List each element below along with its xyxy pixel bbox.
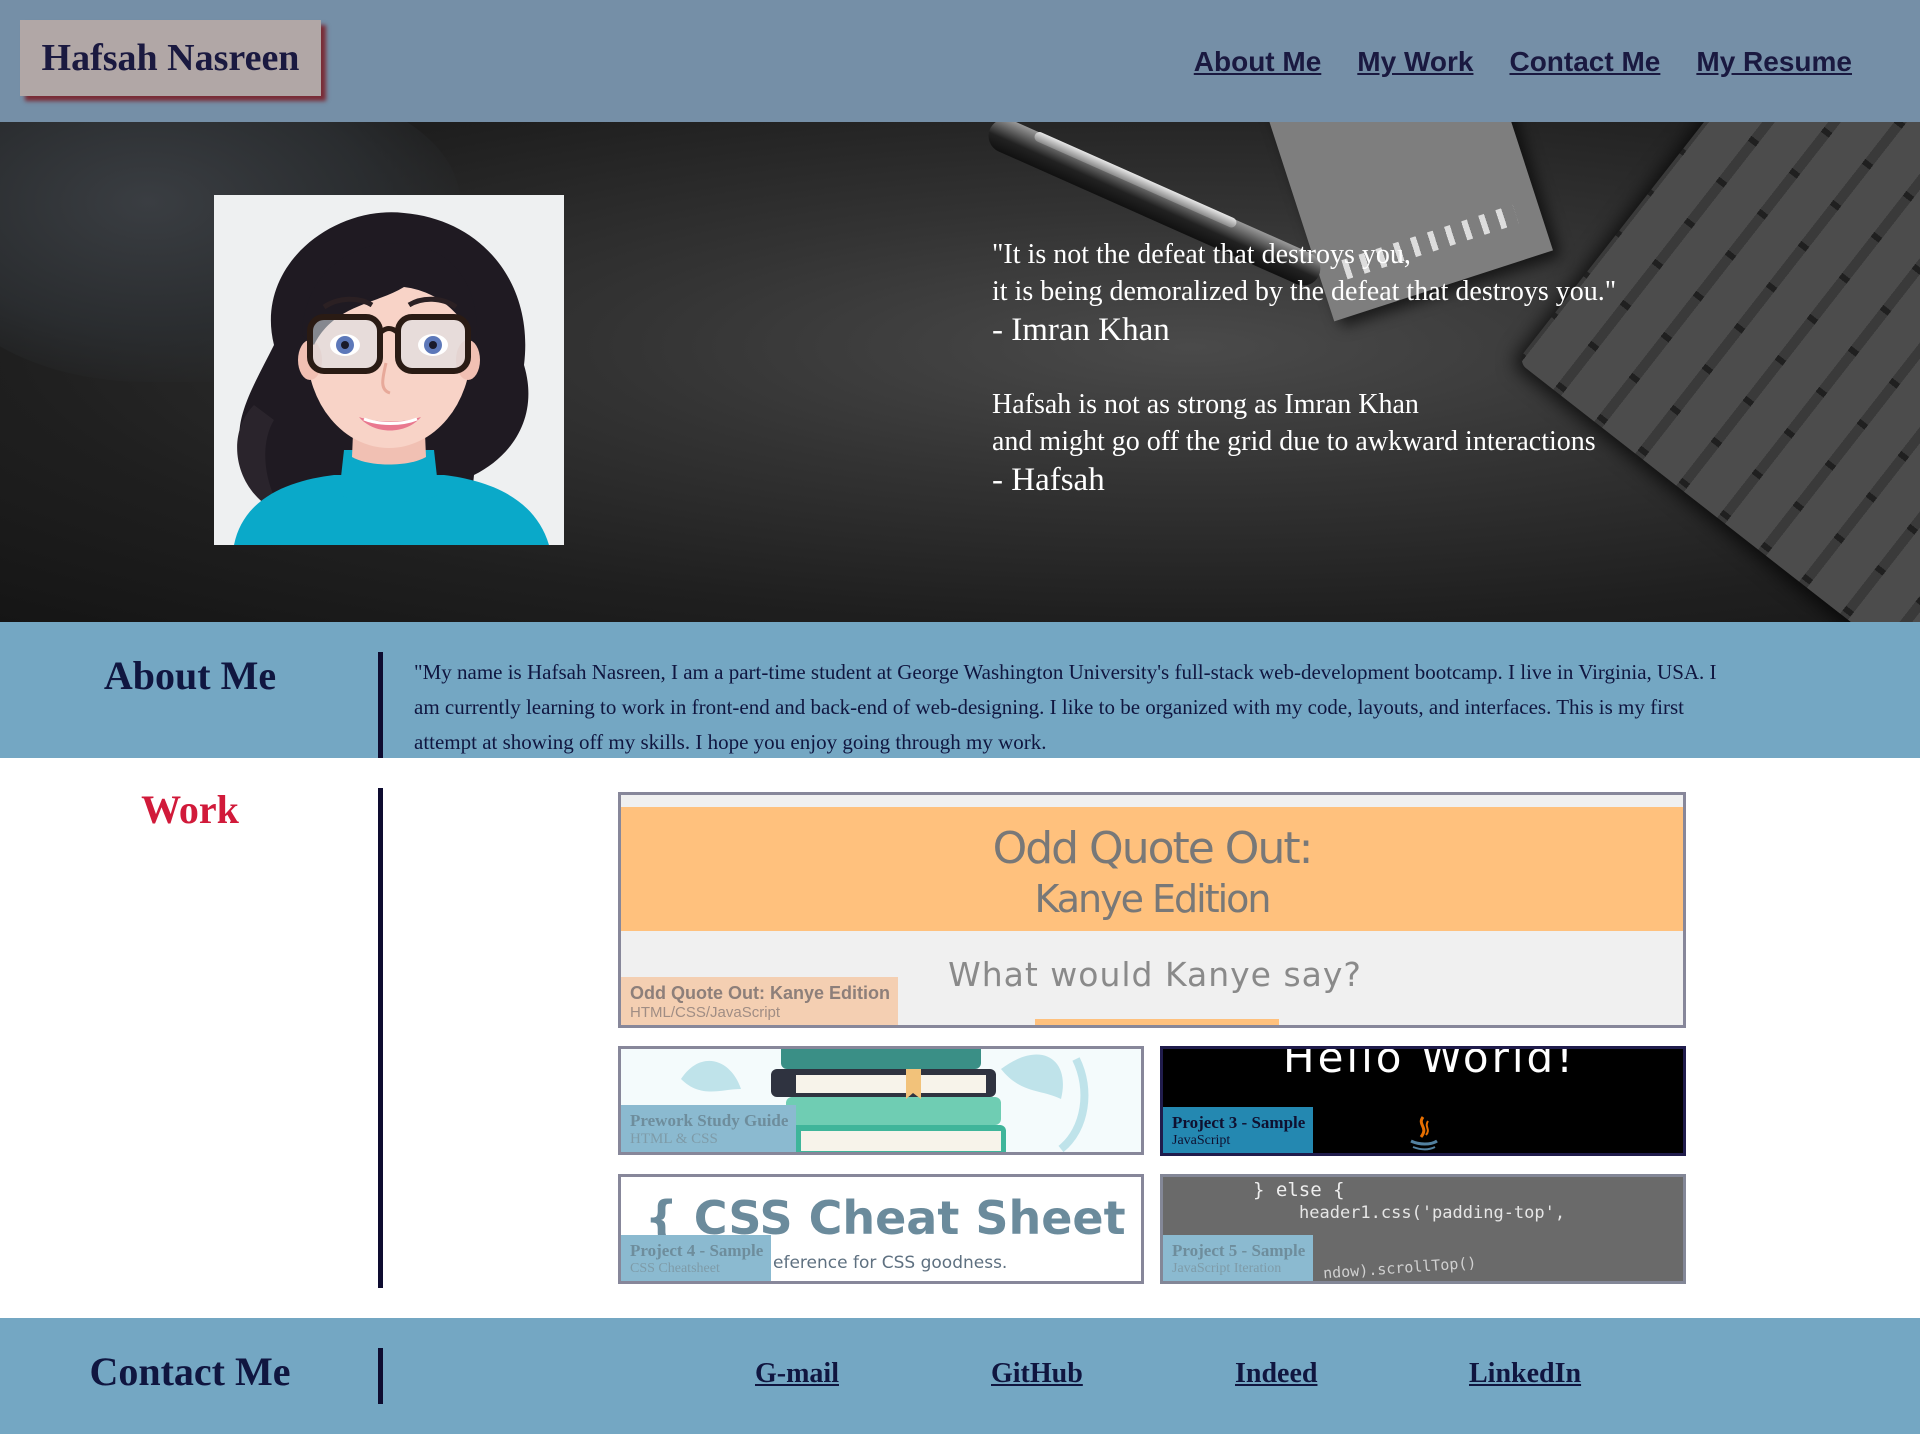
card-title: Project 3 - Sample (1172, 1113, 1306, 1132)
quote-author: - Imran Khan (992, 312, 1170, 348)
note-author: - Hafsah (992, 462, 1105, 498)
card-image-code-2: header1.css('padding-top', (1299, 1203, 1566, 1223)
about-section: About Me "My name is Hafsah Nasreen, I a… (0, 622, 1920, 758)
contact-link-github[interactable]: GitHub (991, 1358, 1083, 1390)
card-label: Project 4 - Sample CSS Cheatsheet (621, 1235, 772, 1281)
nav-contact-me[interactable]: Contact Me (1509, 46, 1660, 78)
about-divider (378, 652, 383, 758)
card-title: Project 4 - Sample (630, 1241, 764, 1260)
card-subtitle: HTML/CSS/JavaScript (630, 1004, 781, 1021)
card-image-code-1: } else { (1253, 1179, 1345, 1201)
avatar (214, 195, 564, 545)
card-image-tagline: eference for CSS goodness. (773, 1253, 1008, 1273)
quote-line-1: "It is not the defeat that destroys you, (992, 239, 1411, 270)
hero-quote: "It is not the defeat that destroys you,… (992, 236, 1616, 500)
card-title: Project 5 - Sample (1172, 1241, 1306, 1260)
card-image-heading: Odd Quote Out: (992, 823, 1314, 874)
about-title: About Me (103, 653, 277, 698)
contact-link-indeed[interactable]: Indeed (1235, 1358, 1317, 1390)
card-subtitle: HTML & CSS (630, 1131, 718, 1147)
contact-link-linkedin[interactable]: LinkedIn (1469, 1358, 1581, 1390)
quote-line-2: it is being demoralized by the defeat th… (992, 276, 1617, 307)
contact-link-gmail[interactable]: G-mail (755, 1358, 839, 1390)
work-title: Work (141, 787, 239, 832)
note-line-2: and might go off the grid due to awkward… (992, 426, 1596, 457)
contact-section: Contact Me G-mail GitHub Indeed LinkedIn (0, 1318, 1920, 1434)
work-card-project-3[interactable]: Hello World! Project 3 - Sample JavaScri… (1160, 1046, 1686, 1156)
card-image-text: Hello World! (1283, 1046, 1577, 1082)
nav-my-work[interactable]: My Work (1357, 46, 1473, 78)
contact-divider (378, 1348, 383, 1404)
contact-title: Contact Me (89, 1349, 291, 1394)
main-nav: About Me My Work Contact Me My Resume (1194, 46, 1852, 78)
card-label: Prework Study Guide HTML & CSS (621, 1105, 797, 1152)
brand-box: Hafsah Nasreen (20, 20, 321, 96)
card-title: Prework Study Guide (630, 1111, 789, 1130)
card-label: Project 3 - Sample JavaScript (1163, 1107, 1314, 1153)
card-subtitle: JavaScript Iteration (1172, 1261, 1282, 1276)
card-image-subheading: Kanye Edition (1034, 877, 1271, 921)
work-card-odd-quote-out[interactable]: Odd Quote Out: Kanye Edition What would … (618, 792, 1686, 1028)
card-image-code-3: ndow).scrollTop() (1322, 1253, 1477, 1283)
card-title: Odd Quote Out: Kanye Edition (630, 983, 890, 1003)
site-header: Hafsah Nasreen About Me My Work Contact … (0, 0, 1920, 122)
card-label: Odd Quote Out: Kanye Edition HTML/CSS/Ja… (621, 977, 898, 1025)
avatar-illustration (234, 212, 549, 545)
card-label: Project 5 - Sample JavaScript Iteration (1163, 1235, 1314, 1281)
work-card-prework-study-guide[interactable]: Prework Study Guide HTML & CSS (618, 1046, 1144, 1155)
note-line-1: Hafsah is not as strong as Imran Khan (992, 389, 1419, 420)
about-text: "My name is Hafsah Nasreen, I am a part-… (414, 660, 1717, 754)
nav-about-me[interactable]: About Me (1194, 46, 1322, 78)
card-subtitle: CSS Cheatsheet (630, 1261, 720, 1276)
nav-my-resume[interactable]: My Resume (1696, 46, 1852, 78)
work-card-project-4[interactable]: { CSS Cheat Sheet } eference for CSS goo… (618, 1174, 1144, 1284)
brand-name: Hafsah Nasreen (41, 37, 300, 79)
java-icon (1410, 1116, 1438, 1151)
work-divider (378, 788, 383, 1288)
work-card-project-5[interactable]: } else { header1.css('padding-top', ndow… (1160, 1174, 1686, 1284)
card-subtitle: JavaScript (1172, 1133, 1231, 1148)
